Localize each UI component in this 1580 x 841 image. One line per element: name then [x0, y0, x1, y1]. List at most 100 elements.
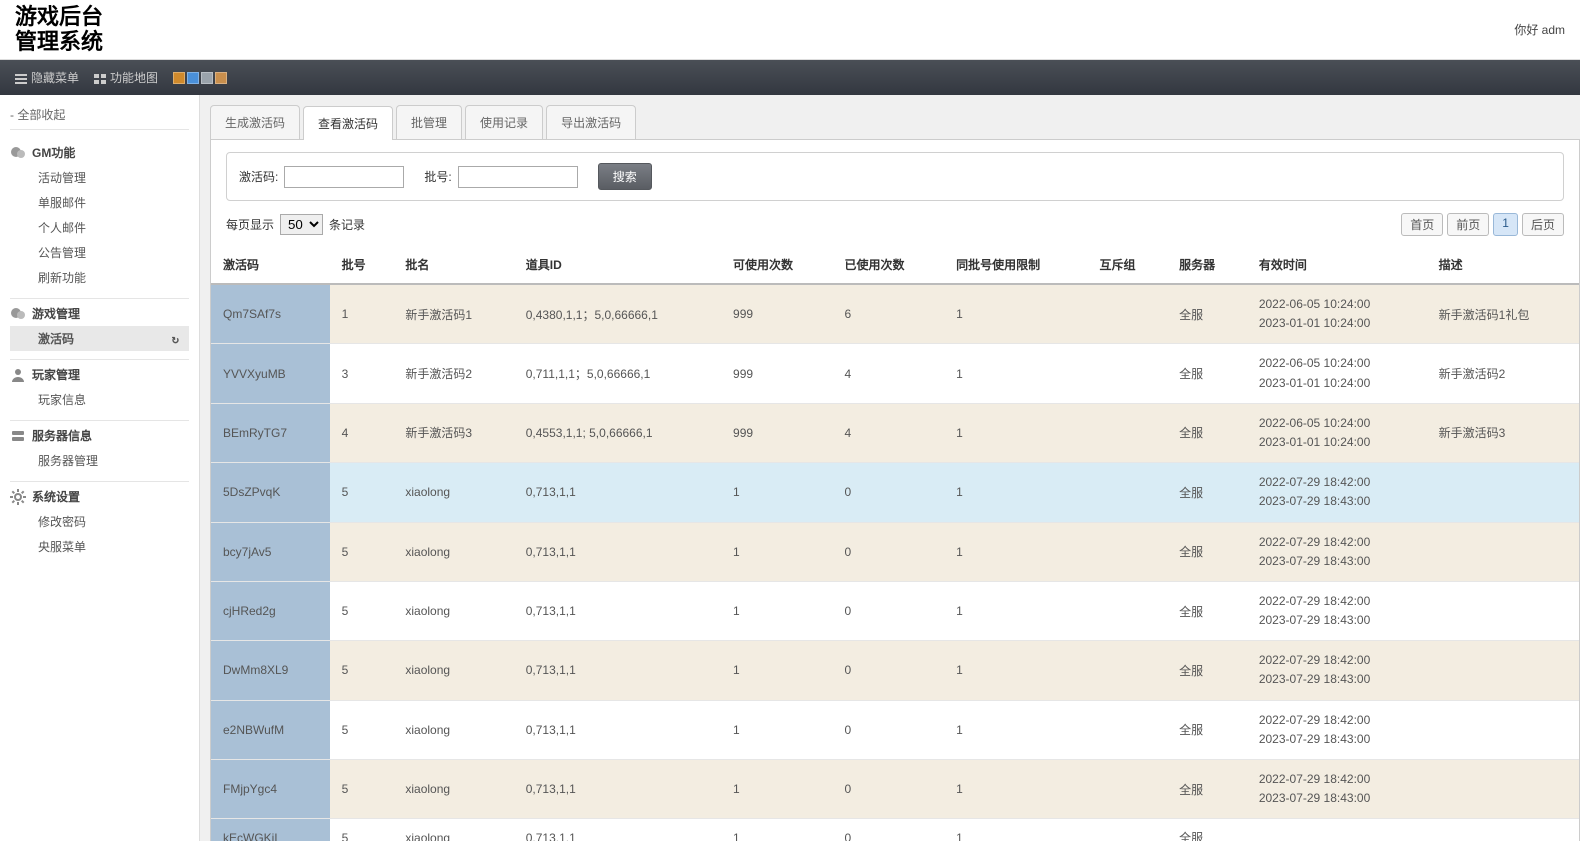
- app-logo: 游戏后台 管理系统: [15, 5, 103, 53]
- sidebar-item[interactable]: 修改密码: [10, 509, 189, 534]
- table-cell: [1247, 819, 1427, 841]
- valid-time: 2023-01-01 10:24:00: [1259, 374, 1415, 393]
- sidebar-group-header[interactable]: 游戏管理: [10, 301, 189, 326]
- sidebar-item[interactable]: 玩家信息: [10, 387, 189, 412]
- table-cell: 1: [944, 819, 1087, 841]
- perpage-suffix: 条记录: [329, 216, 365, 233]
- refresh-icon[interactable]: ↻: [172, 332, 179, 346]
- tab[interactable]: 生成激活码: [210, 105, 300, 139]
- sidebar-group-header[interactable]: 玩家管理: [10, 362, 189, 387]
- column-header[interactable]: 已使用次数: [833, 246, 945, 284]
- column-header[interactable]: 互斥组: [1087, 246, 1167, 284]
- logo-line1: 游戏后台: [15, 5, 103, 29]
- sidebar-item[interactable]: 刷新功能: [10, 265, 189, 290]
- table-cell: 0,713,1,1: [514, 700, 721, 759]
- table-row[interactable]: DwMm8XL95xiaolong0,713,1,1101全服2022-07-2…: [211, 641, 1579, 700]
- valid-time: 2022-07-29 18:42:00: [1259, 770, 1415, 789]
- sidebar-item[interactable]: 央服菜单: [10, 534, 189, 559]
- batch-input[interactable]: [458, 166, 578, 188]
- tab[interactable]: 批管理: [396, 105, 462, 139]
- table-cell: 5DsZPvqK: [211, 463, 330, 522]
- table-row[interactable]: FMjpYgc45xiaolong0,713,1,1101全服2022-07-2…: [211, 760, 1579, 819]
- tab[interactable]: 查看激活码: [303, 106, 393, 140]
- table-row[interactable]: Qm7SAf7s1新手激活码10,4380,1,1；5,0,66666,1999…: [211, 284, 1579, 344]
- table-cell: xiaolong: [393, 463, 513, 522]
- chat-icon: [10, 306, 26, 322]
- table-cell: 全服: [1167, 819, 1247, 841]
- valid-time: 2023-07-29 18:43:00: [1259, 492, 1415, 511]
- pager-current[interactable]: 1: [1493, 213, 1518, 236]
- table-cell: FMjpYgc4: [211, 760, 330, 819]
- table-cell: 1: [721, 463, 833, 522]
- table-cell: 4: [330, 403, 394, 462]
- perpage-select[interactable]: 50: [280, 214, 323, 235]
- collapse-all-button[interactable]: - 全部收起: [10, 100, 189, 130]
- pager-prev[interactable]: 前页: [1447, 213, 1489, 236]
- sidebar-item[interactable]: 个人邮件: [10, 215, 189, 240]
- pager-first[interactable]: 首页: [1401, 213, 1443, 236]
- table-cell: 1: [944, 641, 1087, 700]
- table-row[interactable]: bcy7jAv55xiaolong0,713,1,1101全服2022-07-2…: [211, 522, 1579, 581]
- pager-next[interactable]: 后页: [1522, 213, 1564, 236]
- column-header[interactable]: 批号: [330, 246, 394, 284]
- table-row[interactable]: BEmRyTG74新手激活码30,4553,1,1; 5,0,66666,199…: [211, 403, 1579, 462]
- sidebar-item[interactable]: 活动管理: [10, 165, 189, 190]
- table-cell: 0,713,1,1: [514, 760, 721, 819]
- table-cell: 新手激活码2: [393, 344, 513, 403]
- table-cell: [1427, 760, 1579, 819]
- table-row[interactable]: 5DsZPvqK5xiaolong0,713,1,1101全服2022-07-2…: [211, 463, 1579, 522]
- tab[interactable]: 使用记录: [465, 105, 543, 139]
- hide-menu-button[interactable]: 隐藏菜单: [15, 69, 79, 86]
- sidebar-item-label: 央服菜单: [38, 540, 86, 554]
- table-cell: 新手激活码3: [393, 403, 513, 462]
- table-row[interactable]: kEcWGKiL5xiaolong0,713,1,1101全服: [211, 819, 1579, 841]
- tab[interactable]: 导出激活码: [546, 105, 636, 139]
- table-cell: 2022-07-29 18:42:002023-07-29 18:43:00: [1247, 760, 1427, 819]
- table-cell: 3: [330, 344, 394, 403]
- table-cell: 1: [721, 522, 833, 581]
- table-cell: kEcWGKiL: [211, 819, 330, 841]
- sidebar-item[interactable]: 激活码↻: [10, 326, 189, 351]
- sidebar-group-header[interactable]: GM功能: [10, 140, 189, 165]
- valid-time: 2022-07-29 18:42:00: [1259, 533, 1415, 552]
- perpage-prefix: 每页显示: [226, 216, 274, 233]
- sidebar-item[interactable]: 公告管理: [10, 240, 189, 265]
- column-header[interactable]: 服务器: [1167, 246, 1247, 284]
- valid-time: 2022-07-29 18:42:00: [1259, 592, 1415, 611]
- sidebar-item[interactable]: 单服邮件: [10, 190, 189, 215]
- theme-swatch[interactable]: [187, 72, 199, 84]
- table-cell: xiaolong: [393, 700, 513, 759]
- theme-swatch[interactable]: [201, 72, 213, 84]
- column-header[interactable]: 激活码: [211, 246, 330, 284]
- table-row[interactable]: e2NBWufM5xiaolong0,713,1,1101全服2022-07-2…: [211, 700, 1579, 759]
- table-cell: 0,713,1,1: [514, 463, 721, 522]
- theme-swatch[interactable]: [173, 72, 185, 84]
- sidebar-item[interactable]: 服务器管理: [10, 448, 189, 473]
- theme-swatch[interactable]: [215, 72, 227, 84]
- column-header[interactable]: 可使用次数: [721, 246, 833, 284]
- valid-time: 2022-07-29 18:42:00: [1259, 473, 1415, 492]
- column-header[interactable]: 同批号使用限制: [944, 246, 1087, 284]
- sidebar-group-header[interactable]: 服务器信息: [10, 423, 189, 448]
- table-row[interactable]: YVVXyuMB3新手激活码20,711,1,1；5,0,66666,19994…: [211, 344, 1579, 403]
- table-cell: [1427, 700, 1579, 759]
- column-header[interactable]: 批名: [393, 246, 513, 284]
- sitemap-button[interactable]: 功能地图: [94, 69, 158, 86]
- code-input[interactable]: [284, 166, 404, 188]
- table-cell: DwMm8XL9: [211, 641, 330, 700]
- table-cell: 2022-07-29 18:42:002023-07-29 18:43:00: [1247, 641, 1427, 700]
- column-header[interactable]: 道具ID: [514, 246, 721, 284]
- table-cell: 5: [330, 522, 394, 581]
- table-row[interactable]: cjHRed2g5xiaolong0,713,1,1101全服2022-07-2…: [211, 581, 1579, 640]
- table-cell: [1427, 819, 1579, 841]
- table-cell: 999: [721, 403, 833, 462]
- column-header[interactable]: 有效时间: [1247, 246, 1427, 284]
- sidebar-group-header[interactable]: 系统设置: [10, 484, 189, 509]
- table-cell: 4: [833, 403, 945, 462]
- table-cell: [1087, 760, 1167, 819]
- table-cell: 0,4553,1,1; 5,0,66666,1: [514, 403, 721, 462]
- column-header[interactable]: 描述: [1427, 246, 1579, 284]
- batch-label: 批号:: [424, 168, 451, 185]
- search-button[interactable]: 搜索: [598, 163, 652, 190]
- sidebar-group-title: GM功能: [32, 144, 75, 161]
